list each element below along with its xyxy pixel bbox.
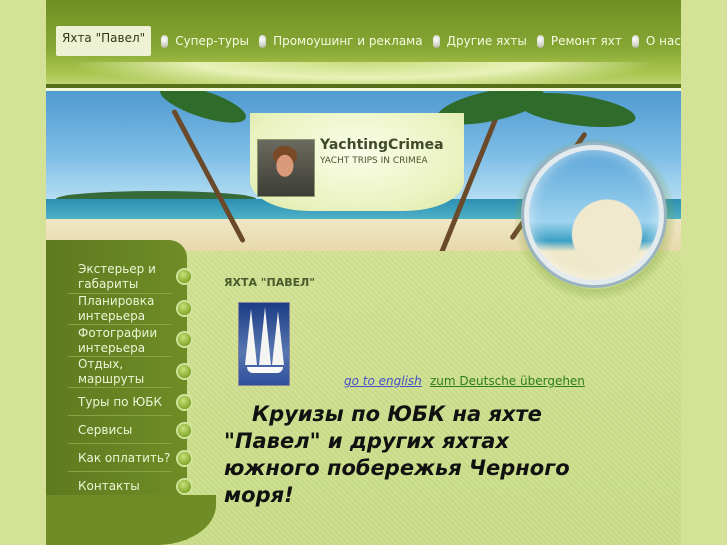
sidebar-item-routes[interactable]: Отдых, маршруты: [68, 357, 172, 387]
german-language-link[interactable]: zum Deutsche übergehen: [430, 374, 585, 388]
sidebar-item-tours[interactable]: Туры по ЮБК: [68, 395, 172, 410]
yacht-hull: [247, 367, 283, 373]
nav-item-other-yachts[interactable]: Другие яхты: [447, 26, 527, 56]
palm-tree-leaves: [156, 91, 250, 131]
menu-bullet-icon: [178, 270, 191, 283]
palm-tree-leaves: [514, 91, 638, 134]
sail-shape: [272, 311, 284, 365]
sail-shape: [245, 309, 257, 365]
sail-shape: [259, 307, 271, 365]
yacht-photo[interactable]: [238, 302, 290, 386]
sidebar-item-interior-layout[interactable]: Планировка интерьера: [68, 294, 172, 324]
left-margin: [0, 0, 46, 545]
menu-divider: [68, 471, 172, 472]
sidebar-item-exterior[interactable]: Экстерьер и габариты: [68, 262, 172, 292]
nav-item-about[interactable]: О нас: [646, 26, 681, 56]
nav-item-promotion[interactable]: Промоушинг и реклама: [273, 26, 423, 56]
site-subtitle: YACHT TRIPS IN CRIMEA: [320, 156, 428, 166]
main-nav: Яхта "Павел" Супер-туры Промоушинг и рек…: [46, 26, 681, 56]
menu-bullet-icon: [178, 424, 191, 437]
nav-bullet-icon: [536, 34, 544, 48]
nav-item-yacht-repair[interactable]: Ремонт яхт: [551, 26, 622, 56]
menu-bullet-icon: [178, 396, 191, 409]
nav-bullet-icon: [432, 34, 440, 48]
nav-bullet-icon: [631, 34, 639, 48]
right-margin: [681, 0, 727, 545]
menu-divider: [68, 387, 172, 388]
menu-divider: [68, 443, 172, 444]
magnifier-lens-image: [524, 145, 664, 285]
menu-divider: [68, 415, 172, 416]
sidebar-menu-bottom: [46, 495, 216, 545]
intro-heading: Круизы по ЮБК на яхте "Павел" и других я…: [224, 402, 570, 507]
menu-divider: [68, 324, 172, 325]
nav-bullet-icon: [259, 34, 267, 48]
sidebar-item-payment[interactable]: Как оплатить?: [68, 451, 172, 466]
owner-avatar: [257, 139, 315, 197]
menu-bullet-icon: [178, 302, 191, 315]
menu-bullet-icon: [178, 365, 191, 378]
sidebar-item-interior-photos[interactable]: Фотографии интерьера: [68, 326, 172, 356]
nav-item-yacht-pavel[interactable]: Яхта "Павел": [56, 26, 152, 56]
menu-bullet-icon: [178, 480, 191, 493]
menu-bullet-icon: [178, 333, 191, 346]
site-title[interactable]: YachtingCrimea: [320, 137, 444, 153]
sidebar-item-contacts[interactable]: Контакты: [68, 479, 172, 494]
english-language-link[interactable]: go to english: [344, 374, 422, 388]
menu-bullet-icon: [178, 452, 191, 465]
page-title: ЯХТА "ПАВЕЛ": [224, 276, 316, 289]
nav-bullet-icon: [161, 34, 169, 48]
nav-item-super-tours[interactable]: Супер-туры: [175, 26, 249, 56]
sidebar-item-services[interactable]: Сервисы: [68, 423, 172, 438]
